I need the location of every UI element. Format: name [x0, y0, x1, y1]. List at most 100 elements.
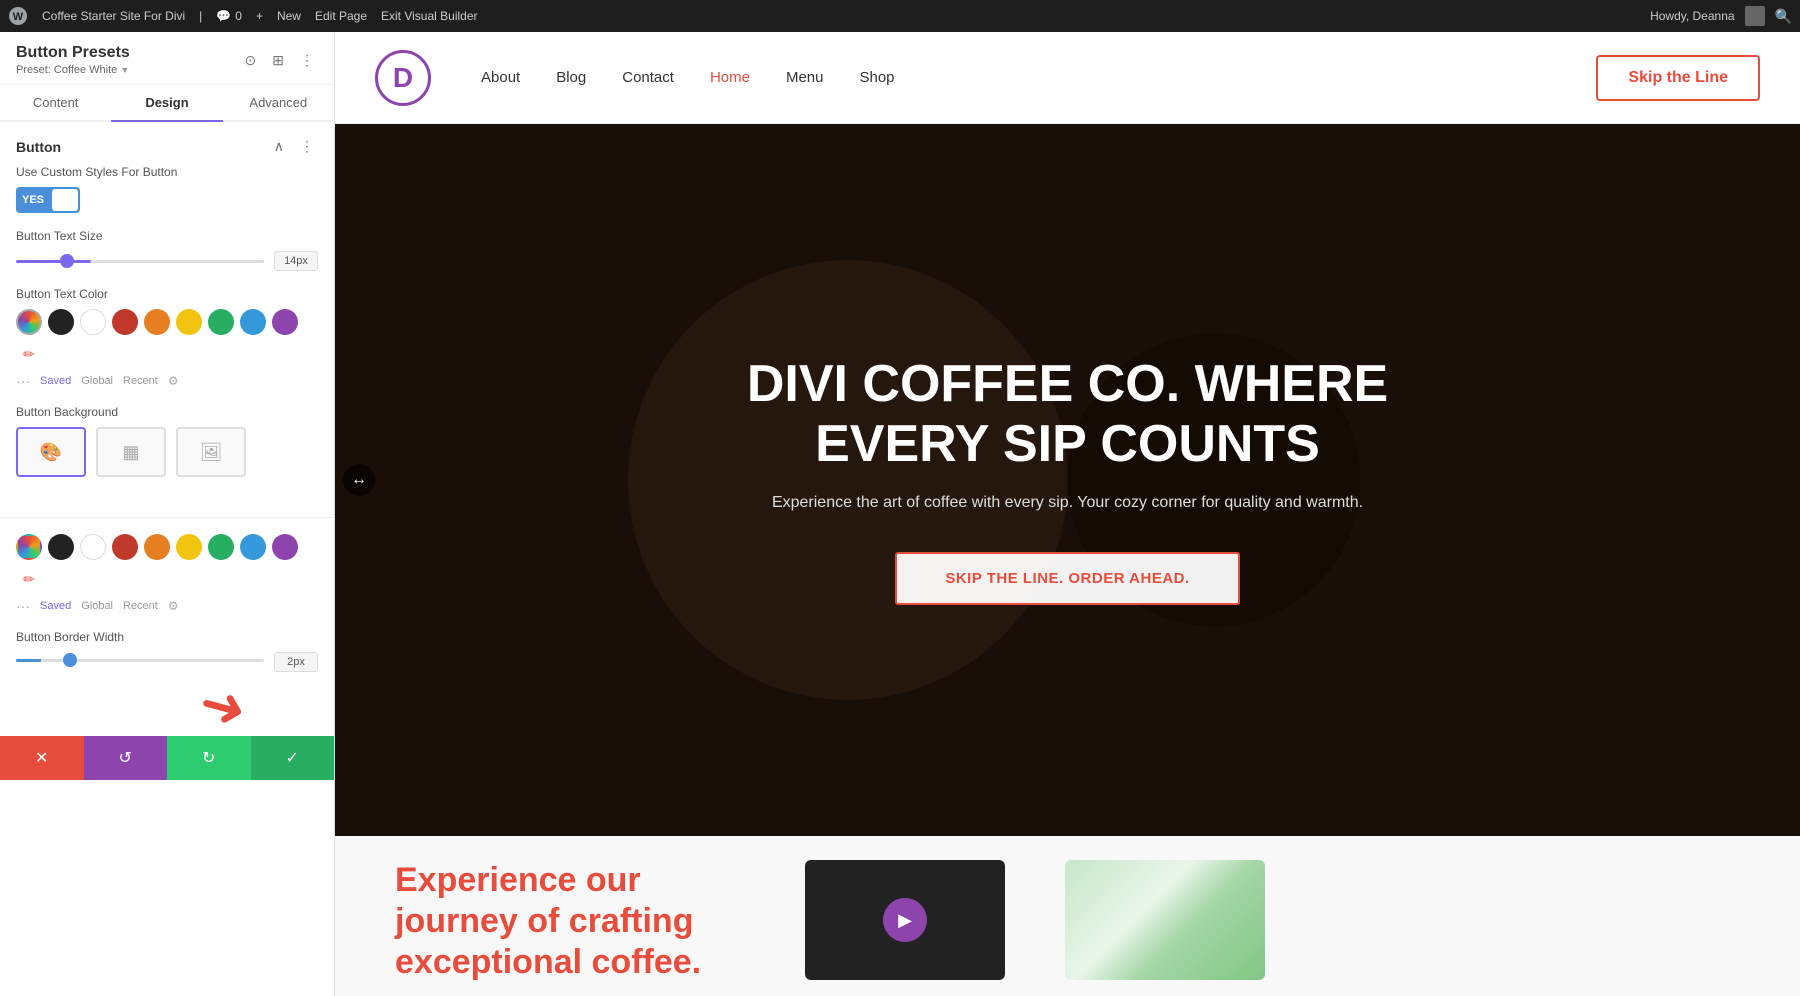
border-global-label[interactable]: Global	[81, 600, 113, 612]
custom-color-swatch[interactable]	[16, 309, 42, 335]
border-swatch-orange[interactable]	[144, 534, 170, 560]
border-swatch-purple[interactable]	[272, 534, 298, 560]
text-color-section: Button Text Color ✏ ··· Saved	[16, 287, 318, 389]
undo-button[interactable]: ↺	[84, 736, 168, 780]
panel-preset[interactable]: Preset: Coffee White ▼	[16, 64, 130, 76]
color-swatch-blue[interactable]	[240, 309, 266, 335]
toggle-knob	[52, 189, 78, 211]
redo-button[interactable]: ↻	[167, 736, 251, 780]
admin-separator: |	[199, 9, 202, 23]
toggle-yes-label: YES	[16, 187, 50, 213]
admin-separator2: +	[256, 9, 263, 23]
cancel-button[interactable]: ✕	[0, 736, 84, 780]
wordpress-icon[interactable]: W	[8, 6, 28, 26]
save-button[interactable]: ✓	[251, 736, 335, 780]
left-panel: Button Presets Preset: Coffee White ▼ ⊙ …	[0, 32, 335, 996]
border-swatch-blue[interactable]	[240, 534, 266, 560]
search-icon[interactable]: 🔍	[1775, 8, 1792, 25]
focus-mode-btn[interactable]: ⊙	[241, 50, 261, 71]
collapse-section-btn[interactable]: ∧	[270, 136, 288, 157]
border-recent-label[interactable]: Recent	[123, 600, 158, 612]
border-width-label: Button Border Width	[16, 630, 318, 644]
bottom-image	[1065, 860, 1265, 980]
tab-design[interactable]: Design	[111, 85, 222, 122]
border-swatch-green[interactable]	[208, 534, 234, 560]
gradient-fill-icon: ▦	[122, 442, 139, 463]
section-header: Button ∧ ⋮	[0, 122, 334, 165]
more-options-btn[interactable]: ⋮	[296, 50, 318, 71]
logo-letter: D	[393, 62, 413, 94]
border-saved-label[interactable]: Saved	[40, 600, 71, 612]
border-color-settings-icon[interactable]: ⚙	[168, 599, 179, 613]
border-dots-icon[interactable]: ···	[16, 598, 30, 614]
right-preview: D About Blog Contact Home Menu Shop Skip…	[335, 32, 1800, 996]
main-layout: Button Presets Preset: Coffee White ▼ ⊙ …	[0, 32, 1800, 996]
color-swatch-black[interactable]	[48, 309, 74, 335]
global-label[interactable]: Global	[81, 375, 113, 387]
color-swatch-orange[interactable]	[144, 309, 170, 335]
nav-cta-button[interactable]: Skip the Line	[1596, 55, 1760, 101]
solid-fill-icon: 🎨	[40, 442, 62, 463]
bottom-video-card[interactable]: ▶	[805, 860, 1005, 980]
text-color-swatches: ✏	[16, 309, 318, 367]
tab-content[interactable]: Content	[0, 85, 111, 122]
border-swatch-darkred[interactable]	[112, 534, 138, 560]
border-width-slider[interactable]	[16, 659, 264, 662]
section-content: Use Custom Styles For Button YES Button …	[0, 165, 334, 509]
hero-cta-button[interactable]: Skip The Line. Order Ahead.	[895, 552, 1239, 605]
text-size-slider[interactable]	[16, 260, 264, 263]
color-swatch-darkred[interactable]	[112, 309, 138, 335]
dots-icon[interactable]: ···	[16, 373, 30, 389]
recent-label[interactable]: Recent	[123, 375, 158, 387]
panel-tabs: Content Design Advanced	[0, 85, 334, 122]
border-swatch-white[interactable]	[80, 534, 106, 560]
nav-contact[interactable]: Contact	[622, 69, 674, 86]
border-custom-swatch[interactable]	[16, 534, 42, 560]
custom-styles-label: Use Custom Styles For Button	[16, 165, 318, 179]
section-more-btn[interactable]: ⋮	[296, 136, 318, 157]
nav-shop[interactable]: Shop	[859, 69, 894, 86]
border-swatch-black[interactable]	[48, 534, 74, 560]
text-size-value[interactable]: 14px	[274, 251, 318, 271]
color-pencil-icon[interactable]: ✏	[16, 341, 42, 367]
color-swatch-white[interactable]	[80, 309, 106, 335]
svg-text:W: W	[13, 11, 24, 23]
bg-gradient-option[interactable]: ▦	[96, 427, 166, 477]
border-pencil-icon[interactable]: ✏	[16, 566, 42, 592]
admin-new[interactable]: New	[277, 9, 301, 23]
hero-subtitle: Experience the art of coffee with every …	[772, 494, 1363, 512]
site-nav: D About Blog Contact Home Menu Shop Skip…	[335, 32, 1800, 124]
hero-section: ↔ DIVI COFFEE CO. WHERE EVERY SIP COUNTS…	[335, 124, 1800, 836]
divider	[0, 517, 334, 518]
saved-label[interactable]: Saved	[40, 375, 71, 387]
nav-about[interactable]: About	[481, 69, 520, 86]
avatar[interactable]	[1745, 6, 1765, 26]
border-color-meta: ··· Saved Global Recent ⚙	[16, 598, 318, 614]
columns-btn[interactable]: ⊞	[268, 50, 288, 71]
exit-builder-link[interactable]: Exit Visual Builder	[381, 9, 478, 23]
admin-site-name[interactable]: Coffee Starter Site For Divi	[42, 9, 185, 23]
bg-section: Button Background 🎨 ▦ 🖼	[16, 405, 318, 477]
bg-label: Button Background	[16, 405, 318, 419]
admin-comments[interactable]: 💬 0	[216, 9, 242, 23]
color-swatch-green[interactable]	[208, 309, 234, 335]
color-settings-icon[interactable]: ⚙	[168, 374, 179, 388]
color-swatch-purple[interactable]	[272, 309, 298, 335]
tab-advanced[interactable]: Advanced	[223, 85, 334, 122]
site-logo[interactable]: D	[375, 50, 431, 106]
color-meta-row: ··· Saved Global Recent ⚙	[16, 373, 318, 389]
border-swatch-yellow[interactable]	[176, 534, 202, 560]
bg-image-option[interactable]: 🖼	[176, 427, 246, 477]
edit-page-link[interactable]: Edit Page	[315, 9, 367, 23]
color-swatch-yellow[interactable]	[176, 309, 202, 335]
bg-solid-option[interactable]: 🎨	[16, 427, 86, 477]
panel-bottom-bar: ✕ ↺ ↻ ✓	[0, 736, 334, 780]
nav-blog[interactable]: Blog	[556, 69, 586, 86]
border-color-swatches: ✏	[16, 534, 318, 592]
move-icon[interactable]: ↔	[343, 464, 375, 496]
nav-menu[interactable]: Menu	[786, 69, 824, 86]
border-width-value[interactable]: 2px	[274, 652, 318, 672]
play-button[interactable]: ▶	[883, 898, 927, 942]
nav-home[interactable]: Home	[710, 69, 750, 86]
custom-styles-toggle[interactable]: YES	[16, 187, 80, 213]
